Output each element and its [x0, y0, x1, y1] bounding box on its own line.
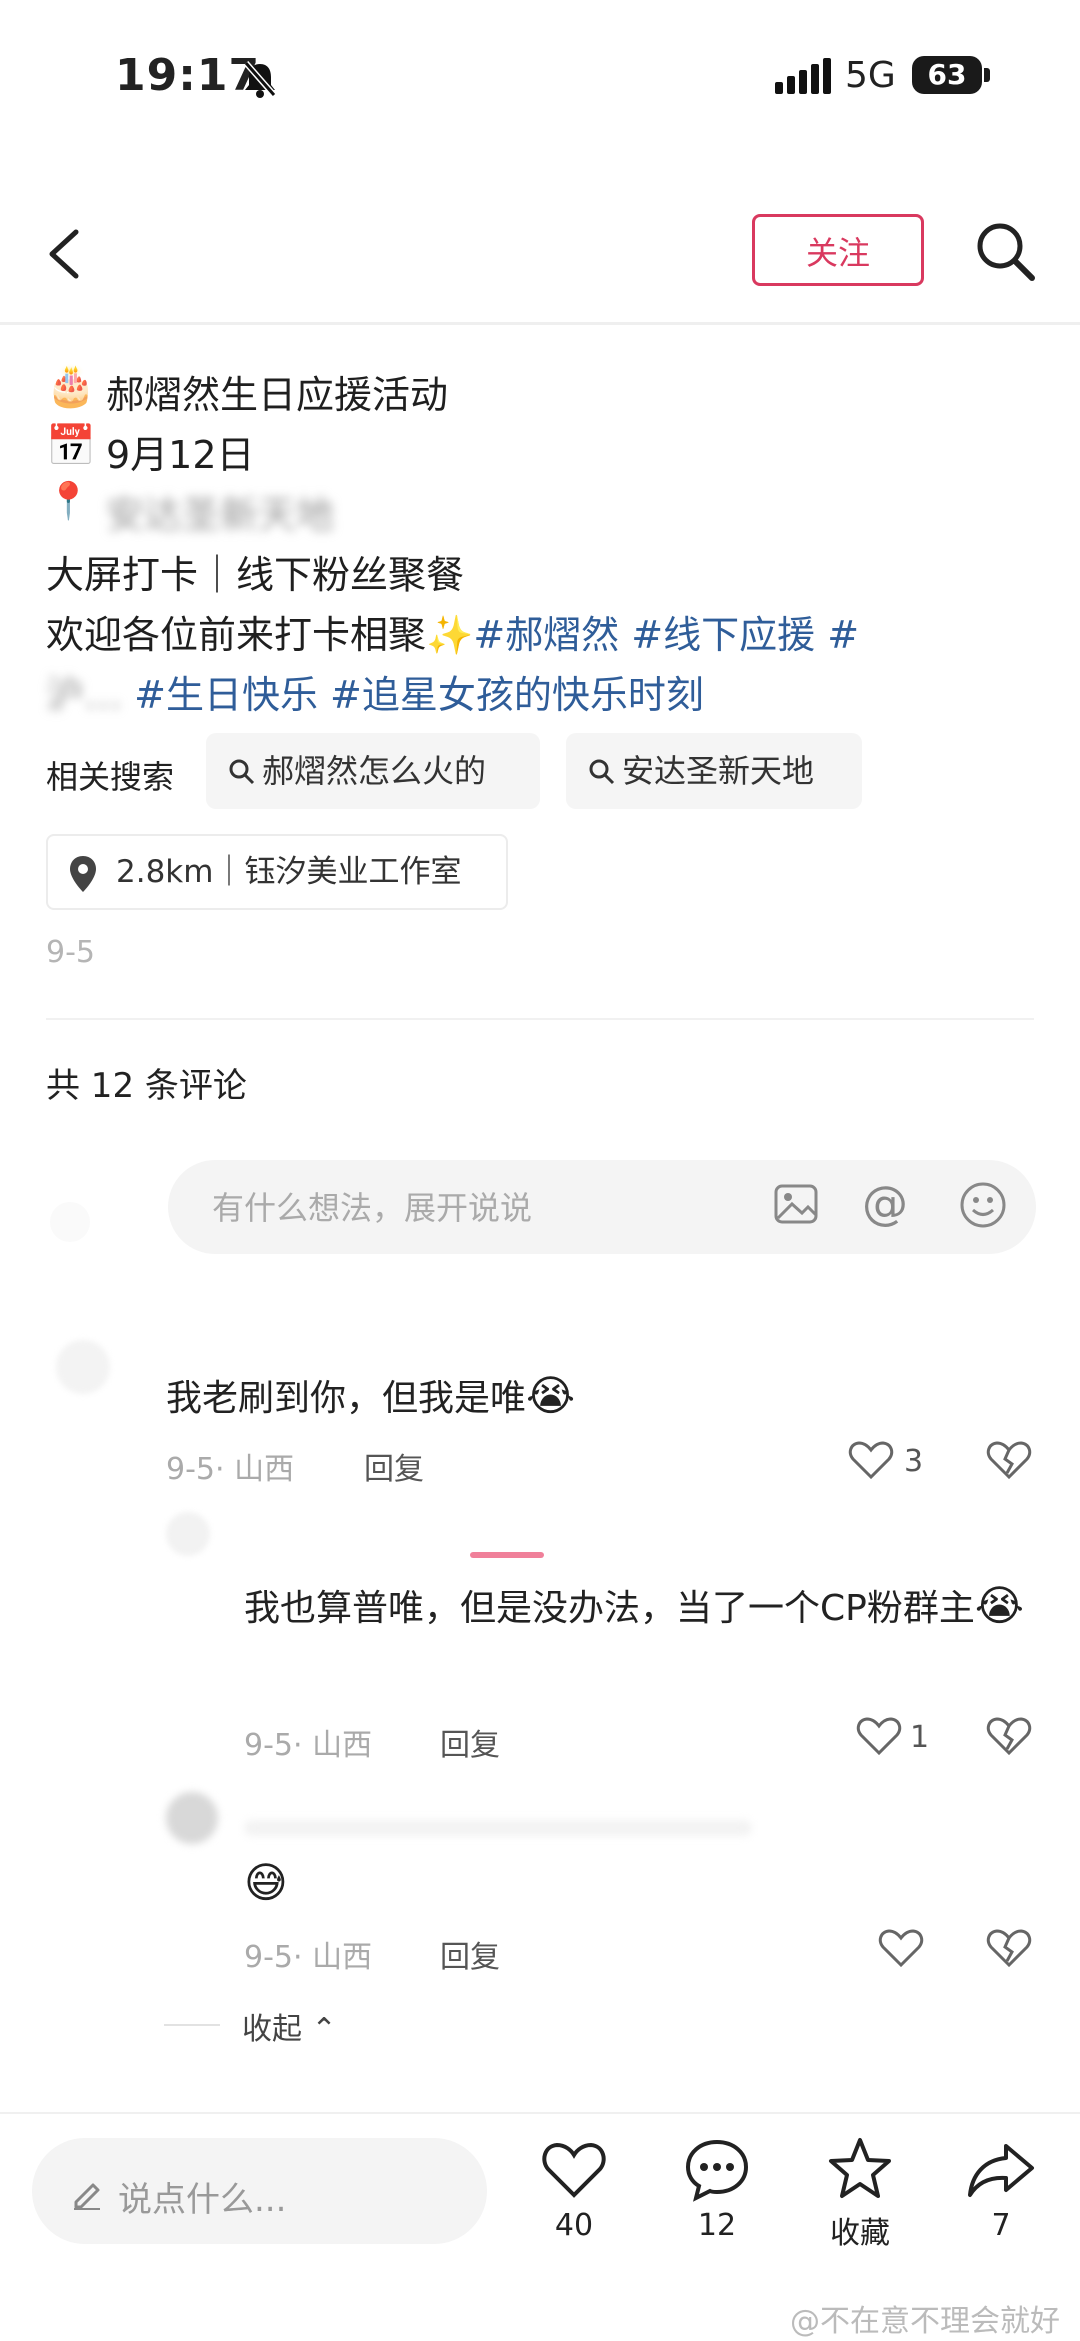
search-icon — [589, 759, 615, 785]
related-search-text: 安达圣新天地 — [622, 752, 815, 790]
collapse-button[interactable]: 收起 ⌃ — [242, 2004, 337, 2048]
share-arrow-icon[interactable] — [966, 2140, 1036, 2200]
hashtag-link[interactable]: # — [827, 613, 859, 657]
mention-icon[interactable]: @ — [862, 1176, 908, 1230]
comment-meta: 9-5· 山西 — [166, 1452, 295, 1487]
related-search-label: 相关搜索 — [46, 758, 175, 796]
post-location-line: 安达圣新天地 — [106, 493, 335, 537]
chevron-up-icon: ⌃ — [302, 2012, 337, 2047]
favorite-label: 收藏 — [830, 2216, 890, 2251]
battery-tip — [984, 68, 990, 82]
image-icon[interactable] — [772, 1180, 820, 1228]
related-search-text: 郝熠然怎么火的 — [262, 752, 487, 790]
post-date: 9-5 — [46, 935, 95, 970]
replier-avatar[interactable] — [166, 1512, 210, 1556]
say-something-placeholder: 说点什么... — [118, 2180, 287, 2220]
location-text: 2.8km｜钰汐美业工作室 — [116, 854, 462, 890]
post-activities-line: 大屏打卡｜线下粉丝聚餐 — [46, 553, 465, 597]
grinning-sweat-emoji: 😅 — [244, 1858, 288, 1907]
pin-icon: 📍 — [46, 481, 91, 522]
comment-count: 12 — [697, 2208, 737, 2243]
post-tags-line: 沪… #生日快乐 #追星女孩的快乐时刻 — [46, 664, 704, 719]
sparkles-icon: ✨ — [426, 613, 474, 657]
heart-icon[interactable] — [878, 1928, 924, 1968]
calendar-icon: 📅 — [46, 423, 96, 469]
comment-like-count: 3 — [904, 1444, 924, 1479]
post-date-line: 9月12日 — [106, 433, 255, 477]
blurred-tag: 沪… — [46, 673, 123, 717]
watermark: @不在意不理会就好 — [790, 2304, 1060, 2339]
reply-meta: 9-5· 山西 — [244, 1940, 373, 1975]
reply-button[interactable]: 回复 — [364, 1444, 424, 1488]
welcome-text: 欢迎各位前来打卡相聚 — [46, 613, 427, 657]
broken-heart-icon[interactable] — [986, 1928, 1032, 1968]
replier-avatar[interactable] — [166, 1792, 218, 1844]
crying-laughing-emoji: 😭 — [526, 1371, 576, 1420]
blurred-username — [244, 1820, 752, 1836]
star-icon[interactable] — [826, 2136, 894, 2202]
collapse-line — [164, 2024, 220, 2026]
post-title: 郝熠然生日应援活动 — [106, 373, 449, 417]
reply-like-count: 1 — [910, 1720, 930, 1755]
status-time: 19:17 — [115, 50, 261, 101]
crying-laughing-emoji: 😭 — [974, 1581, 1024, 1630]
post-welcome-line: 欢迎各位前来打卡相聚✨#郝熠然 #线下应援 # — [46, 604, 859, 659]
like-count: 40 — [554, 2208, 594, 2243]
pencil-icon — [74, 2183, 100, 2210]
comments-count-title: 共 12 条评论 — [46, 1066, 247, 1106]
search-icon — [229, 759, 255, 785]
section-divider — [46, 1018, 1034, 1020]
search-icon[interactable] — [974, 220, 1038, 284]
hashtag-link[interactable]: #郝熠然 — [473, 613, 619, 657]
location-pin-icon — [70, 856, 96, 892]
user-avatar[interactable] — [50, 1202, 90, 1242]
hashtag-link[interactable]: #追星女孩的快乐时刻 — [330, 673, 704, 717]
signal-icon — [775, 58, 833, 94]
cake-icon: 🎂 — [46, 363, 96, 409]
share-count: 7 — [991, 2208, 1011, 2243]
back-arrow-icon[interactable] — [42, 226, 86, 282]
reply-button[interactable]: 回复 — [440, 1720, 500, 1764]
mute-bell-icon — [243, 61, 277, 98]
location-chip[interactable]: 2.8km｜钰汐美业工作室 — [46, 834, 508, 910]
related-search-chip[interactable]: 安达圣新天地 — [566, 733, 862, 809]
blurred-name-mark — [470, 1552, 544, 1558]
emoji-icon[interactable] — [958, 1180, 1008, 1230]
follow-button[interactable]: 关注 — [752, 214, 924, 286]
related-search-chip[interactable]: 郝熠然怎么火的 — [206, 733, 540, 809]
heart-icon[interactable] — [856, 1716, 902, 1756]
hashtag-link[interactable]: #生日快乐 — [134, 673, 318, 717]
reply-button[interactable]: 回复 — [440, 1932, 500, 1976]
commenter-avatar[interactable] — [56, 1340, 110, 1394]
comment-text: 我老刷到你，但我是唯😭 — [166, 1371, 576, 1420]
broken-heart-icon[interactable] — [986, 1716, 1032, 1756]
network-type: 5G — [845, 55, 896, 96]
heart-icon[interactable] — [848, 1440, 894, 1480]
reply-meta: 9-5· 山西 — [244, 1728, 373, 1763]
header-divider — [0, 322, 1080, 325]
battery-indicator: 63 — [912, 56, 982, 94]
broken-heart-icon[interactable] — [986, 1440, 1032, 1480]
hashtag-link[interactable]: #线下应援 — [631, 613, 815, 657]
comment-bubble-icon[interactable] — [684, 2138, 750, 2202]
like-heart-icon[interactable] — [541, 2140, 607, 2200]
reply-text: 我也算普唯，但是没办法，当了一个CP粉群主😭 — [244, 1581, 1024, 1630]
comment-input-placeholder: 有什么想法，展开说说 — [212, 1189, 533, 1227]
